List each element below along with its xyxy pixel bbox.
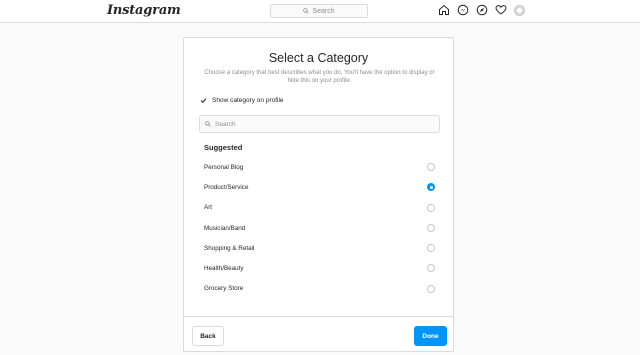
category-option-grocery-store[interactable]: Grocery Store bbox=[184, 279, 453, 299]
category-radio[interactable] bbox=[427, 183, 435, 192]
category-radio[interactable] bbox=[427, 284, 435, 293]
dialog-footer-divider bbox=[184, 316, 453, 317]
show-category-label: Show category on profile bbox=[212, 97, 284, 104]
category-label: Art bbox=[204, 204, 213, 212]
category-search-box[interactable] bbox=[199, 115, 440, 133]
search-icon bbox=[205, 121, 211, 127]
category-option-product-service[interactable]: Product/Service bbox=[184, 177, 453, 197]
header-search-box[interactable]: Search bbox=[270, 4, 368, 18]
category-label: Product/Service bbox=[204, 183, 249, 191]
category-label: Grocery Store bbox=[204, 285, 244, 293]
suggested-heading: Suggested bbox=[204, 143, 243, 152]
messenger-icon[interactable] bbox=[457, 4, 469, 16]
back-button[interactable]: Back bbox=[192, 326, 224, 346]
nav-icons bbox=[438, 4, 525, 16]
category-radio[interactable] bbox=[427, 223, 435, 232]
heart-icon[interactable] bbox=[495, 4, 507, 16]
select-category-dialog: Select a Category Choose a category that… bbox=[183, 37, 454, 352]
category-option-shopping-retail[interactable]: Shopping & Retail bbox=[184, 238, 453, 258]
category-radio[interactable] bbox=[427, 163, 435, 171]
dialog-subtitle: Choose a category that best describes wh… bbox=[204, 70, 435, 84]
explore-icon[interactable] bbox=[476, 4, 488, 16]
category-option-health-beauty[interactable]: Health/Beauty bbox=[184, 258, 453, 278]
done-button[interactable]: Done bbox=[414, 326, 447, 346]
category-label: Shopping & Retail bbox=[204, 244, 255, 252]
profile-avatar[interactable] bbox=[514, 4, 525, 16]
search-icon bbox=[303, 8, 310, 14]
category-label: Musician/Band bbox=[204, 224, 246, 232]
category-option-musician-band[interactable]: Musician/Band bbox=[184, 218, 453, 238]
category-label: Personal Blog bbox=[204, 163, 244, 171]
category-list: Personal Blog Product/Service Art Musici… bbox=[184, 157, 453, 299]
category-option-personal-blog[interactable]: Personal Blog bbox=[184, 157, 453, 177]
checkmark-icon[interactable] bbox=[200, 97, 207, 104]
show-category-toggle[interactable]: Show category on profile bbox=[200, 97, 284, 104]
instagram-logo[interactable]: Instagram bbox=[107, 3, 181, 18]
category-radio[interactable] bbox=[427, 244, 435, 253]
category-label: Health/Beauty bbox=[204, 265, 244, 273]
header-search-placeholder: Search bbox=[312, 7, 335, 15]
dialog-title: Select a Category bbox=[268, 51, 369, 65]
category-search-input[interactable] bbox=[215, 120, 415, 128]
top-navigation-bar: Instagram Search bbox=[0, 0, 640, 23]
home-icon[interactable] bbox=[438, 4, 450, 16]
category-radio[interactable] bbox=[427, 264, 435, 273]
category-option-art[interactable]: Art bbox=[184, 198, 453, 218]
category-radio[interactable] bbox=[427, 203, 435, 212]
